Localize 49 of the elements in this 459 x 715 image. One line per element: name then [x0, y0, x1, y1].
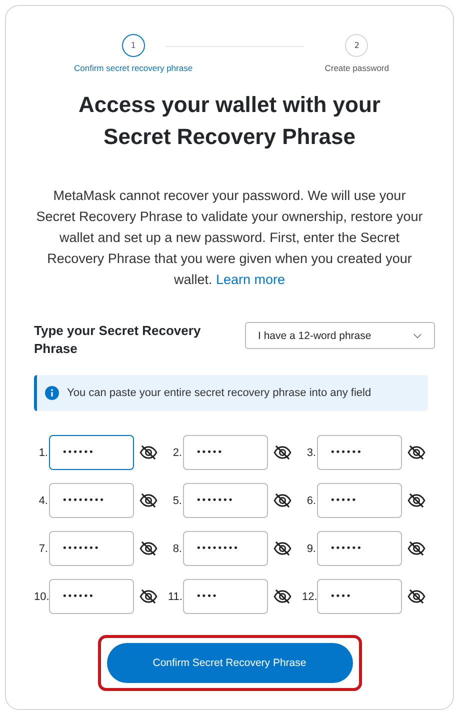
page-title: Access your wallet with your Secret Recovery Phrase	[78, 91, 382, 151]
word-number: 6.	[306, 494, 316, 506]
word-input-field[interactable]: ••••	[183, 579, 268, 614]
phrase-type-label: Type your Secret Recovery Phrase	[34, 322, 202, 358]
word-input-field[interactable]: •••••	[183, 435, 268, 470]
word-input-field[interactable]: ••••••	[49, 435, 134, 470]
word-input-field[interactable]: ••••••••	[183, 531, 268, 566]
info-icon	[45, 386, 59, 400]
word-number: 10.	[34, 590, 48, 602]
eye-slash-icon[interactable]	[273, 589, 292, 604]
word-number: 11.	[168, 590, 182, 602]
confirm-button[interactable]: Confirm Secret Recovery Phrase	[106, 643, 352, 683]
eye-slash-icon[interactable]	[139, 445, 158, 460]
word-input-field[interactable]: •••••••	[49, 531, 134, 566]
word-input-field[interactable]: ••••••••	[49, 483, 134, 518]
eye-slash-icon[interactable]	[273, 541, 292, 556]
phrase-type-dropdown[interactable]: I have a 12-word phrase	[245, 322, 435, 349]
learn-more-link[interactable]: Learn more	[216, 272, 286, 287]
eye-slash-icon[interactable]	[407, 445, 426, 460]
step-number: 2	[345, 34, 368, 57]
intro-text: MetaMask cannot recover your password. We will use your Secret Recovery Phrase to validate your ownership, restore your wallet and set up a new password. First, enter the Secret Recovery Phrase that you were given when you created your wallet. Learn more	[35, 187, 424, 289]
step-label: Confirm secret recovery phrase	[74, 63, 193, 73]
word-input-field[interactable]: ••••	[317, 579, 402, 614]
eye-slash-icon[interactable]	[139, 541, 158, 556]
eye-slash-icon[interactable]	[139, 589, 158, 604]
eye-slash-icon[interactable]	[273, 493, 292, 508]
info-text: You can paste your entire secret recovery phrase into any field	[67, 387, 372, 399]
word-number: 7.	[38, 542, 48, 554]
eye-slash-icon[interactable]	[407, 589, 426, 604]
word-number: 8.	[172, 542, 182, 554]
word-input-field[interactable]: •••••••	[183, 483, 268, 518]
step-number: 1	[122, 34, 145, 57]
word-number: 1.	[38, 446, 48, 458]
word-input-field[interactable]: ••••••	[317, 531, 402, 566]
word-input-field[interactable]: ••••••	[49, 579, 134, 614]
word-number: 2.	[172, 446, 182, 458]
word-number: 4.	[38, 494, 48, 506]
word-number: 5.	[172, 494, 182, 506]
word-number: 12.	[302, 590, 316, 602]
word-input-field[interactable]: •••••	[317, 483, 402, 518]
eye-slash-icon[interactable]	[407, 493, 426, 508]
eye-slash-icon[interactable]	[139, 493, 158, 508]
chevron-down-icon	[413, 332, 422, 338]
word-input-field[interactable]: ••••••	[317, 435, 402, 470]
word-number: 3.	[306, 446, 316, 458]
eye-slash-icon[interactable]	[273, 445, 292, 460]
word-number: 9.	[306, 542, 316, 554]
step-label: Create password	[324, 63, 389, 73]
eye-slash-icon[interactable]	[407, 541, 426, 556]
